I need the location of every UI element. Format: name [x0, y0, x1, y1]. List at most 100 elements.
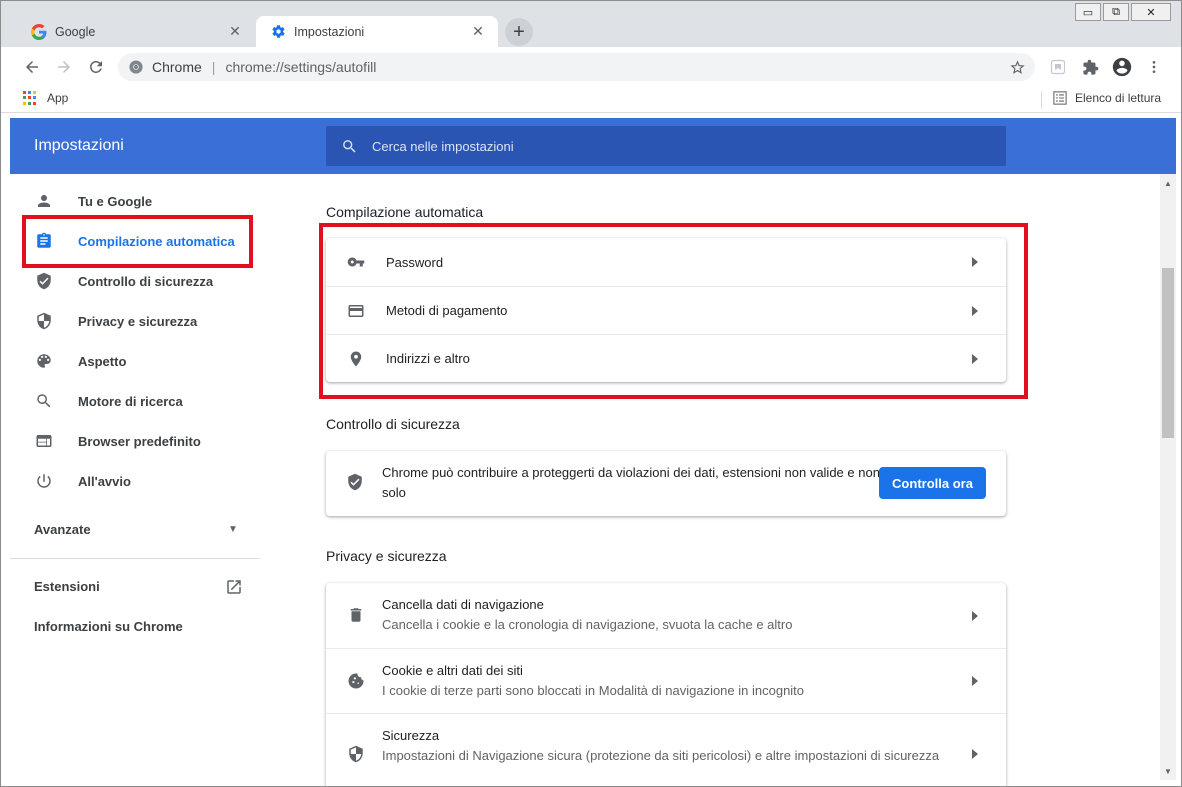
row-subtitle: Impostazioni di Navigazione sicura (prot… [382, 748, 940, 763]
person-icon [34, 191, 54, 211]
forward-arrow-icon[interactable] [50, 53, 78, 81]
sidebar-item-safety-check[interactable]: Controllo di sicurezza [10, 261, 260, 301]
browser-toolbar: Chrome | chrome://settings/autofill [1, 47, 1181, 87]
safety-check-section-title: Controllo di sicurezza [326, 416, 460, 432]
sidebar-item-label: All'avvio [78, 473, 131, 489]
key-icon [346, 252, 366, 272]
reading-list-button[interactable]: Elenco di lettura [1053, 91, 1161, 105]
profile-avatar-icon[interactable] [1108, 53, 1136, 81]
sidebar-item-label: Controllo di sicurezza [78, 273, 214, 289]
sidebar-item-label: Tu e Google [78, 193, 153, 209]
sidebar-item-appearance[interactable]: Aspetto [10, 341, 260, 381]
row-text: Cancella dati di navigazione Cancella i … [382, 595, 946, 635]
addresses-row[interactable]: Indirizzi e altro [326, 334, 1006, 382]
safety-check-description: Chrome può contribuire a proteggerti da … [382, 465, 880, 500]
power-icon [34, 471, 54, 491]
address-bar[interactable]: Chrome | chrome://settings/autofill [118, 53, 1035, 81]
page-scrollbar[interactable]: ▲ ▼ [1160, 174, 1176, 780]
bookmarks-divider [1041, 91, 1042, 109]
row-subtitle: Cancella i cookie e la cronologia di nav… [382, 617, 793, 632]
autofill-section-title: Compilazione automatica [326, 204, 484, 220]
more-menu-icon[interactable] [1140, 53, 1168, 81]
apps-label: App [47, 91, 69, 105]
scroll-up-arrow-icon[interactable]: ▲ [1163, 178, 1173, 188]
settings-search-input[interactable] [372, 138, 972, 154]
url-text[interactable]: chrome://settings/autofill [225, 59, 1003, 75]
tab-title: Impostazioni [294, 24, 365, 39]
bookmarks-bar: App Elenco di lettura [1, 87, 1181, 113]
chrome-logo-icon [128, 59, 144, 75]
settings-header: Impostazioni [10, 118, 1176, 174]
row-title: Cancella dati di navigazione [382, 597, 544, 612]
autofill-card: Password Metodi di pagamento Indirizzi e… [326, 238, 1006, 382]
puzzle-extensions-icon[interactable] [1076, 53, 1104, 81]
tab-google[interactable]: Google ✕ [17, 16, 255, 47]
reading-list-icon [1053, 91, 1067, 105]
back-arrow-icon[interactable] [18, 53, 46, 81]
sidebar-item-label: Compilazione automatica [78, 233, 235, 249]
sidebar-about-chrome-link[interactable]: Informazioni su Chrome [34, 619, 183, 634]
safety-check-card: Chrome può contribuire a proteggerti da … [326, 451, 1006, 516]
row-label: Metodi di pagamento [386, 303, 508, 318]
sidebar-item-search-engine[interactable]: Motore di ricerca [10, 381, 260, 421]
omnibox-separator: | [211, 59, 216, 75]
apps-shortcut[interactable]: App [23, 91, 68, 105]
sidebar-item-label: Motore di ricerca [78, 393, 183, 409]
row-text: Sicurezza Impostazioni di Navigazione si… [382, 726, 946, 766]
shield-half-icon [346, 744, 366, 764]
tab-settings[interactable]: Impostazioni ✕ [256, 16, 498, 47]
clear-browsing-data-row[interactable]: Cancella dati di navigazione Cancella i … [326, 583, 1006, 648]
minimize-button[interactable]: ▭ [1075, 3, 1101, 21]
tab-title: Google [55, 24, 96, 39]
window-controls: ▭ ⧉ ✕ [1075, 3, 1171, 23]
credit-card-icon [346, 301, 366, 321]
row-label: Password [386, 254, 444, 270]
sidebar-item-default-browser[interactable]: Browser predefinito [10, 421, 260, 461]
cookie-icon [346, 671, 366, 691]
sidebar-item-privacy[interactable]: Privacy e sicurezza [10, 301, 260, 341]
sidebar-advanced-toggle[interactable]: Avanzate ▼ [10, 509, 260, 549]
clipboard-icon [34, 231, 54, 251]
dropdown-arrow-icon: ▼ [228, 523, 238, 535]
check-now-button[interactable]: Controlla ora [879, 467, 986, 499]
reading-list-label: Elenco di lettura [1075, 91, 1162, 105]
sidebar-item-you-and-google[interactable]: Tu e Google [10, 181, 260, 221]
close-window-button[interactable]: ✕ [1131, 3, 1171, 21]
new-tab-button[interactable]: + [505, 18, 533, 46]
sidebar-item-autofill[interactable]: Compilazione automatica [10, 221, 260, 261]
shield-check-icon [346, 473, 364, 494]
extension-badge-icon[interactable] [1044, 53, 1072, 81]
shield-half-icon [34, 311, 54, 331]
privacy-card: Cancella dati di navigazione Cancella i … [326, 583, 1006, 786]
palette-icon [34, 351, 54, 371]
shield-check-icon [34, 271, 54, 291]
open-in-new-icon[interactable] [224, 577, 244, 597]
sidebar-item-label: Browser predefinito [78, 433, 201, 449]
row-text: Cookie e altri dati dei siti I cookie di… [382, 661, 946, 701]
privacy-section-title: Privacy e sicurezza [326, 548, 447, 564]
restore-button[interactable]: ⧉ [1103, 3, 1129, 21]
sidebar-item-label: Aspetto [78, 353, 127, 369]
tab-close-icon[interactable]: ✕ [227, 23, 243, 40]
reload-icon[interactable] [82, 53, 110, 81]
sidebar-item-on-startup[interactable]: All'avvio [10, 461, 260, 501]
row-title: Sicurezza [382, 728, 440, 743]
scroll-down-arrow-icon[interactable]: ▼ [1163, 766, 1173, 776]
apps-grid-icon [23, 91, 37, 105]
cookies-row[interactable]: Cookie e altri dati dei siti I cookie di… [326, 648, 1006, 713]
settings-search-box[interactable] [326, 126, 1006, 166]
chevron-right-icon [970, 610, 980, 621]
row-label: Indirizzi e altro [386, 351, 470, 366]
row-subtitle: I cookie di terze parti sono bloccati in… [382, 683, 805, 698]
tab-close-icon[interactable]: ✕ [470, 23, 486, 40]
sidebar-divider [10, 558, 260, 559]
bookmark-star-icon[interactable] [1003, 59, 1031, 76]
row-title: Cookie e altri dati dei siti [382, 663, 523, 678]
passwords-row[interactable]: Password [326, 238, 1006, 286]
settings-main: Compilazione automatica Password Metodi … [260, 174, 1160, 786]
chevron-right-icon [970, 305, 980, 316]
security-row[interactable]: Sicurezza Impostazioni di Navigazione si… [326, 713, 1006, 786]
sidebar-extensions-link[interactable]: Estensioni [34, 579, 100, 594]
scrollbar-thumb[interactable] [1162, 268, 1174, 438]
payment-methods-row[interactable]: Metodi di pagamento [326, 286, 1006, 334]
